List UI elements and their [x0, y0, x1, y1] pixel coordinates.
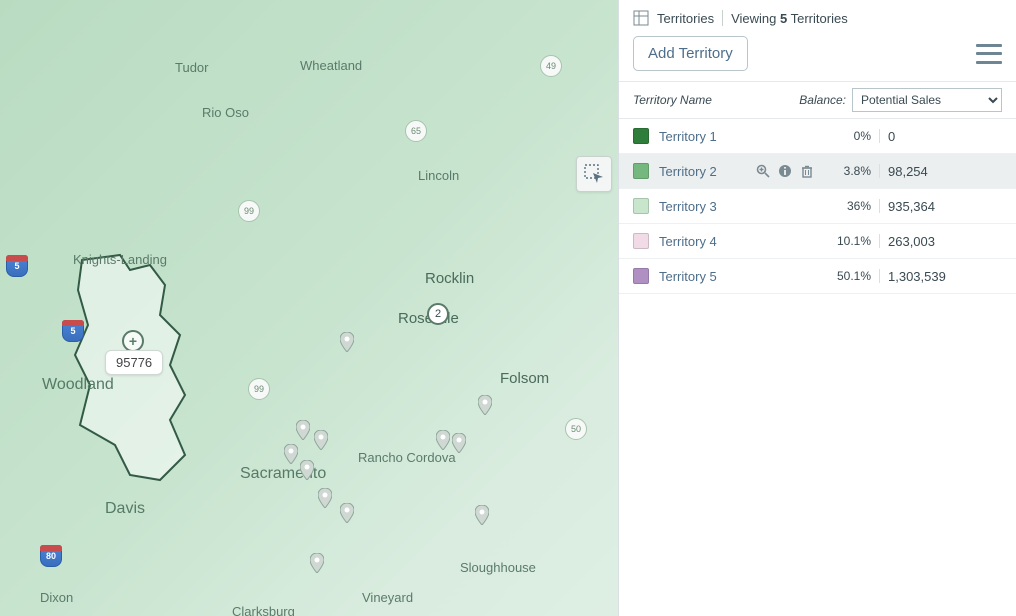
map-pin[interactable]	[284, 444, 298, 464]
territory-row[interactable]: Territory 5 50.1%1,303,539	[619, 259, 1016, 294]
map-label-tudor: Tudor	[175, 60, 208, 75]
divider	[722, 10, 723, 26]
territory-name[interactable]: Territory 2	[659, 164, 717, 179]
columns-header: Territory Name Balance: Potential Sales	[619, 81, 1016, 119]
territory-row[interactable]: Territory 1 0%0	[619, 119, 1016, 154]
add-area-button[interactable]: +	[122, 330, 144, 352]
map-label-dixon: Dixon	[40, 590, 73, 605]
info-icon[interactable]	[778, 164, 792, 178]
map-pin[interactable]	[475, 505, 489, 525]
map-label-rancho-cordova: Rancho Cordova	[358, 450, 456, 465]
panel-title: Territories	[657, 11, 714, 26]
territory-value: 0	[880, 129, 1002, 144]
lasso-select-tool[interactable]	[576, 156, 612, 192]
map-pin[interactable]	[340, 503, 354, 523]
column-balance-label: Balance:	[799, 93, 846, 107]
route-shield-50: 50	[565, 418, 587, 440]
territory-value: 263,003	[880, 234, 1002, 249]
interstate-shield-5a: 5	[6, 255, 28, 277]
map-label-woodland: Woodland	[42, 376, 114, 394]
territory-color-swatch	[633, 233, 649, 249]
map-label-davis: Davis	[105, 500, 145, 518]
territory-percent: 3.8%	[824, 164, 880, 178]
territory-color-swatch	[633, 268, 649, 284]
territory-value: 98,254	[880, 164, 1002, 179]
map-cluster-marker[interactable]: 2	[427, 303, 449, 325]
map-label-vineyard: Vineyard	[362, 590, 413, 605]
territory-name[interactable]: Territory 1	[659, 129, 717, 144]
territory-row[interactable]: Territory 2 3.8%98,254	[619, 154, 1016, 189]
panel-menu-button[interactable]	[976, 44, 1002, 64]
map-pin[interactable]	[296, 420, 310, 440]
territory-percent: 0%	[824, 129, 880, 143]
balance-select[interactable]: Potential Sales	[852, 88, 1002, 112]
route-shield-99b: 99	[248, 378, 270, 400]
territory-percent: 10.1%	[824, 234, 880, 248]
map-pin[interactable]	[436, 430, 450, 450]
zoom-icon[interactable]	[756, 164, 770, 178]
panel-header: Territories Viewing 5 Territories	[619, 0, 1016, 32]
interstate-shield-5b: 5	[62, 320, 84, 342]
territory-row[interactable]: Territory 4 10.1%263,003	[619, 224, 1016, 259]
territory-name[interactable]: Territory 5	[659, 269, 717, 284]
map-pin[interactable]	[452, 433, 466, 453]
territories-panel: Territories Viewing 5 Territories Add Te…	[618, 0, 1016, 616]
interstate-shield-80: 80	[40, 545, 62, 567]
map-label-wheatland: Wheatland	[300, 58, 362, 73]
map-label-sacramento: Sacramento	[240, 465, 326, 483]
territory-color-swatch	[633, 163, 649, 179]
territory-row-actions	[756, 164, 814, 178]
territory-value: 935,364	[880, 199, 1002, 214]
territory-color-swatch	[633, 128, 649, 144]
territories-icon	[633, 10, 649, 26]
map-label-clarksburg: Clarksburg	[232, 604, 295, 616]
zip-tooltip: 95776	[105, 350, 163, 375]
map-pin[interactable]	[318, 488, 332, 508]
territory-value: 1,303,539	[880, 269, 1002, 284]
map-pin[interactable]	[310, 553, 324, 573]
map-label-rio-oso: Rio Oso	[202, 105, 249, 120]
territory-list: Territory 10%0Territory 23.8%98,254Terri…	[619, 119, 1016, 616]
territory-percent: 50.1%	[824, 269, 880, 283]
map-pin[interactable]	[300, 460, 314, 480]
map-pin[interactable]	[314, 430, 328, 450]
trash-icon[interactable]	[800, 164, 814, 178]
territory-name[interactable]: Territory 3	[659, 199, 717, 214]
route-shield-65: 65	[405, 120, 427, 142]
territory-name[interactable]: Territory 4	[659, 234, 717, 249]
map-label-knights-landing: Knights-Landing	[73, 252, 167, 267]
map-label-folsom: Folsom	[500, 370, 549, 387]
territory-row[interactable]: Territory 3 36%935,364	[619, 189, 1016, 224]
route-shield-99a: 99	[238, 200, 260, 222]
map-label-rocklin: Rocklin	[425, 270, 474, 287]
territory-color-swatch	[633, 198, 649, 214]
column-territory-name: Territory Name	[633, 93, 799, 107]
map-label-lincoln: Lincoln	[418, 168, 459, 183]
map-pin[interactable]	[478, 395, 492, 415]
route-shield-49: 49	[540, 55, 562, 77]
territory-percent: 36%	[824, 199, 880, 213]
map-label-sloughhouse: Sloughhouse	[460, 560, 536, 575]
add-territory-button[interactable]: Add Territory	[633, 36, 748, 71]
map-pin[interactable]	[340, 332, 354, 352]
viewing-count: Viewing 5 Territories	[731, 11, 848, 26]
